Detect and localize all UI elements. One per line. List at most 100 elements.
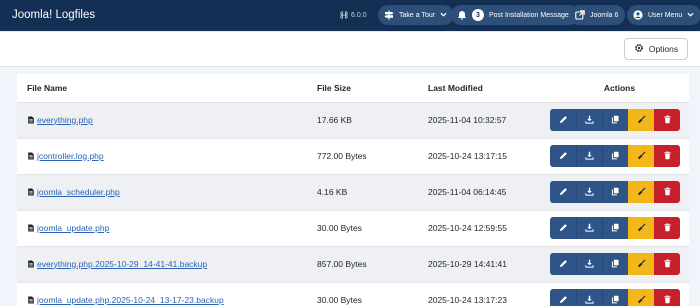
edit-button[interactable] bbox=[550, 109, 576, 131]
copy-icon bbox=[611, 295, 620, 306]
edit-icon bbox=[559, 115, 568, 126]
broom-icon bbox=[637, 187, 646, 198]
trash-icon bbox=[663, 115, 672, 126]
file-link[interactable]: everything.php bbox=[27, 115, 93, 125]
copy-icon bbox=[611, 223, 620, 234]
clean-button[interactable] bbox=[628, 217, 654, 239]
delete-button[interactable] bbox=[654, 109, 680, 131]
edit-icon bbox=[559, 151, 568, 162]
column-header-file-name[interactable]: File Name bbox=[17, 74, 317, 103]
download-button[interactable] bbox=[576, 217, 602, 239]
file-size-cell: 30.00 Bytes bbox=[317, 210, 428, 247]
chevron-down-icon bbox=[440, 11, 447, 20]
user-menu-button[interactable]: User Menu bbox=[627, 5, 700, 25]
delete-button[interactable] bbox=[654, 289, 680, 306]
row-actions bbox=[550, 253, 680, 275]
row-actions bbox=[550, 109, 680, 131]
download-button[interactable] bbox=[576, 181, 602, 203]
download-icon bbox=[585, 187, 594, 198]
clean-button[interactable] bbox=[628, 145, 654, 167]
options-label: Options bbox=[648, 44, 679, 54]
version-label: 6.0.0 bbox=[351, 12, 367, 19]
file-link[interactable]: everything.php.2025-10-29_14-41-41.backu… bbox=[27, 259, 207, 269]
row-actions bbox=[550, 217, 680, 239]
column-header-file-size[interactable]: File Size bbox=[317, 74, 428, 103]
delete-button[interactable] bbox=[654, 181, 680, 203]
options-button[interactable]: Options bbox=[624, 38, 688, 60]
edit-button[interactable] bbox=[550, 253, 576, 275]
clean-button[interactable] bbox=[628, 109, 654, 131]
logfiles-table-card: File Name File Size Last Modified Action… bbox=[17, 74, 689, 306]
download-button[interactable] bbox=[576, 109, 602, 131]
copy-button[interactable] bbox=[602, 217, 628, 239]
last-modified-cell: 2025-11-04 10:32:57 bbox=[428, 102, 550, 139]
file-name-cell: joomla_scheduler.php bbox=[17, 174, 317, 211]
table-row: everything.php 17.66 KB 2025-11-04 10:32… bbox=[17, 102, 689, 139]
version-info: 6.0.0 bbox=[340, 0, 367, 31]
edit-button[interactable] bbox=[550, 217, 576, 239]
file-link[interactable]: jcontroller.log.php bbox=[27, 151, 104, 161]
file-name: everything.php.2025-10-29_14-41-41.backu… bbox=[37, 258, 208, 269]
edit-icon bbox=[559, 223, 568, 234]
copy-button[interactable] bbox=[602, 253, 628, 275]
delete-button[interactable] bbox=[654, 253, 680, 275]
bell-icon bbox=[456, 10, 467, 21]
file-icon bbox=[27, 224, 35, 232]
actions-cell bbox=[550, 246, 689, 283]
file-size-cell: 857.00 Bytes bbox=[317, 246, 428, 283]
column-header-last-modified[interactable]: Last Modified bbox=[428, 74, 550, 103]
post-installation-messages-button[interactable]: 3 Post Installation Messages bbox=[451, 5, 580, 25]
file-name: joomla_update.php bbox=[37, 222, 110, 233]
trash-icon bbox=[663, 259, 672, 270]
messages-count-badge: 3 bbox=[472, 9, 484, 21]
edit-button[interactable] bbox=[550, 181, 576, 203]
take-a-tour-label: Take a Tour bbox=[399, 11, 436, 19]
signpost-icon bbox=[383, 10, 394, 21]
delete-button[interactable] bbox=[654, 217, 680, 239]
external-link-icon bbox=[574, 10, 585, 21]
actions-cell bbox=[550, 138, 689, 175]
download-button[interactable] bbox=[576, 289, 602, 306]
clean-button[interactable] bbox=[628, 289, 654, 306]
download-button[interactable] bbox=[576, 145, 602, 167]
delete-button[interactable] bbox=[654, 145, 680, 167]
file-link[interactable]: joomla_update.php bbox=[27, 223, 109, 233]
file-link[interactable]: joomla_scheduler.php bbox=[27, 187, 120, 197]
copy-button[interactable] bbox=[602, 145, 628, 167]
file-icon bbox=[27, 152, 35, 160]
view-site-button[interactable]: Joomla 6 bbox=[569, 5, 626, 25]
file-name-cell: jcontroller.log.php bbox=[17, 138, 317, 175]
user-icon bbox=[632, 10, 643, 21]
table-row: joomla_update.php.2025-10-24_13-17-23.ba… bbox=[17, 282, 689, 306]
copy-icon bbox=[611, 115, 620, 126]
edit-icon bbox=[559, 295, 568, 306]
row-actions bbox=[550, 181, 680, 203]
actions-cell bbox=[550, 210, 689, 247]
copy-button[interactable] bbox=[602, 181, 628, 203]
logfiles-table: File Name File Size Last Modified Action… bbox=[17, 74, 689, 306]
edit-button[interactable] bbox=[550, 289, 576, 306]
broom-icon bbox=[637, 259, 646, 270]
file-icon bbox=[27, 188, 35, 196]
last-modified-cell: 2025-10-29 14:41:41 bbox=[428, 246, 550, 283]
edit-button[interactable] bbox=[550, 145, 576, 167]
last-modified-cell: 2025-10-24 12:59:55 bbox=[428, 210, 550, 247]
view-site-label: Joomla 6 bbox=[590, 11, 619, 19]
clean-button[interactable] bbox=[628, 253, 654, 275]
clean-button[interactable] bbox=[628, 181, 654, 203]
download-button[interactable] bbox=[576, 253, 602, 275]
file-name-cell: everything.php bbox=[17, 102, 317, 139]
copy-icon bbox=[611, 151, 620, 162]
file-name-cell: joomla_update.php.2025-10-24_13-17-23.ba… bbox=[17, 282, 317, 306]
chevron-down-icon bbox=[687, 11, 694, 20]
download-icon bbox=[585, 115, 594, 126]
file-link[interactable]: joomla_update.php.2025-10-24_13-17-23.ba… bbox=[27, 295, 224, 305]
edit-icon bbox=[559, 187, 568, 198]
gear-icon bbox=[634, 43, 644, 55]
copy-button[interactable] bbox=[602, 109, 628, 131]
file-name: joomla_update.php.2025-10-24_13-17-23.ba… bbox=[37, 294, 224, 305]
copy-button[interactable] bbox=[602, 289, 628, 306]
file-name-cell: joomla_update.php bbox=[17, 210, 317, 247]
table-row: joomla_scheduler.php 4.16 KB 2025-11-04 … bbox=[17, 174, 689, 211]
take-a-tour-button[interactable]: Take a Tour bbox=[378, 5, 455, 25]
